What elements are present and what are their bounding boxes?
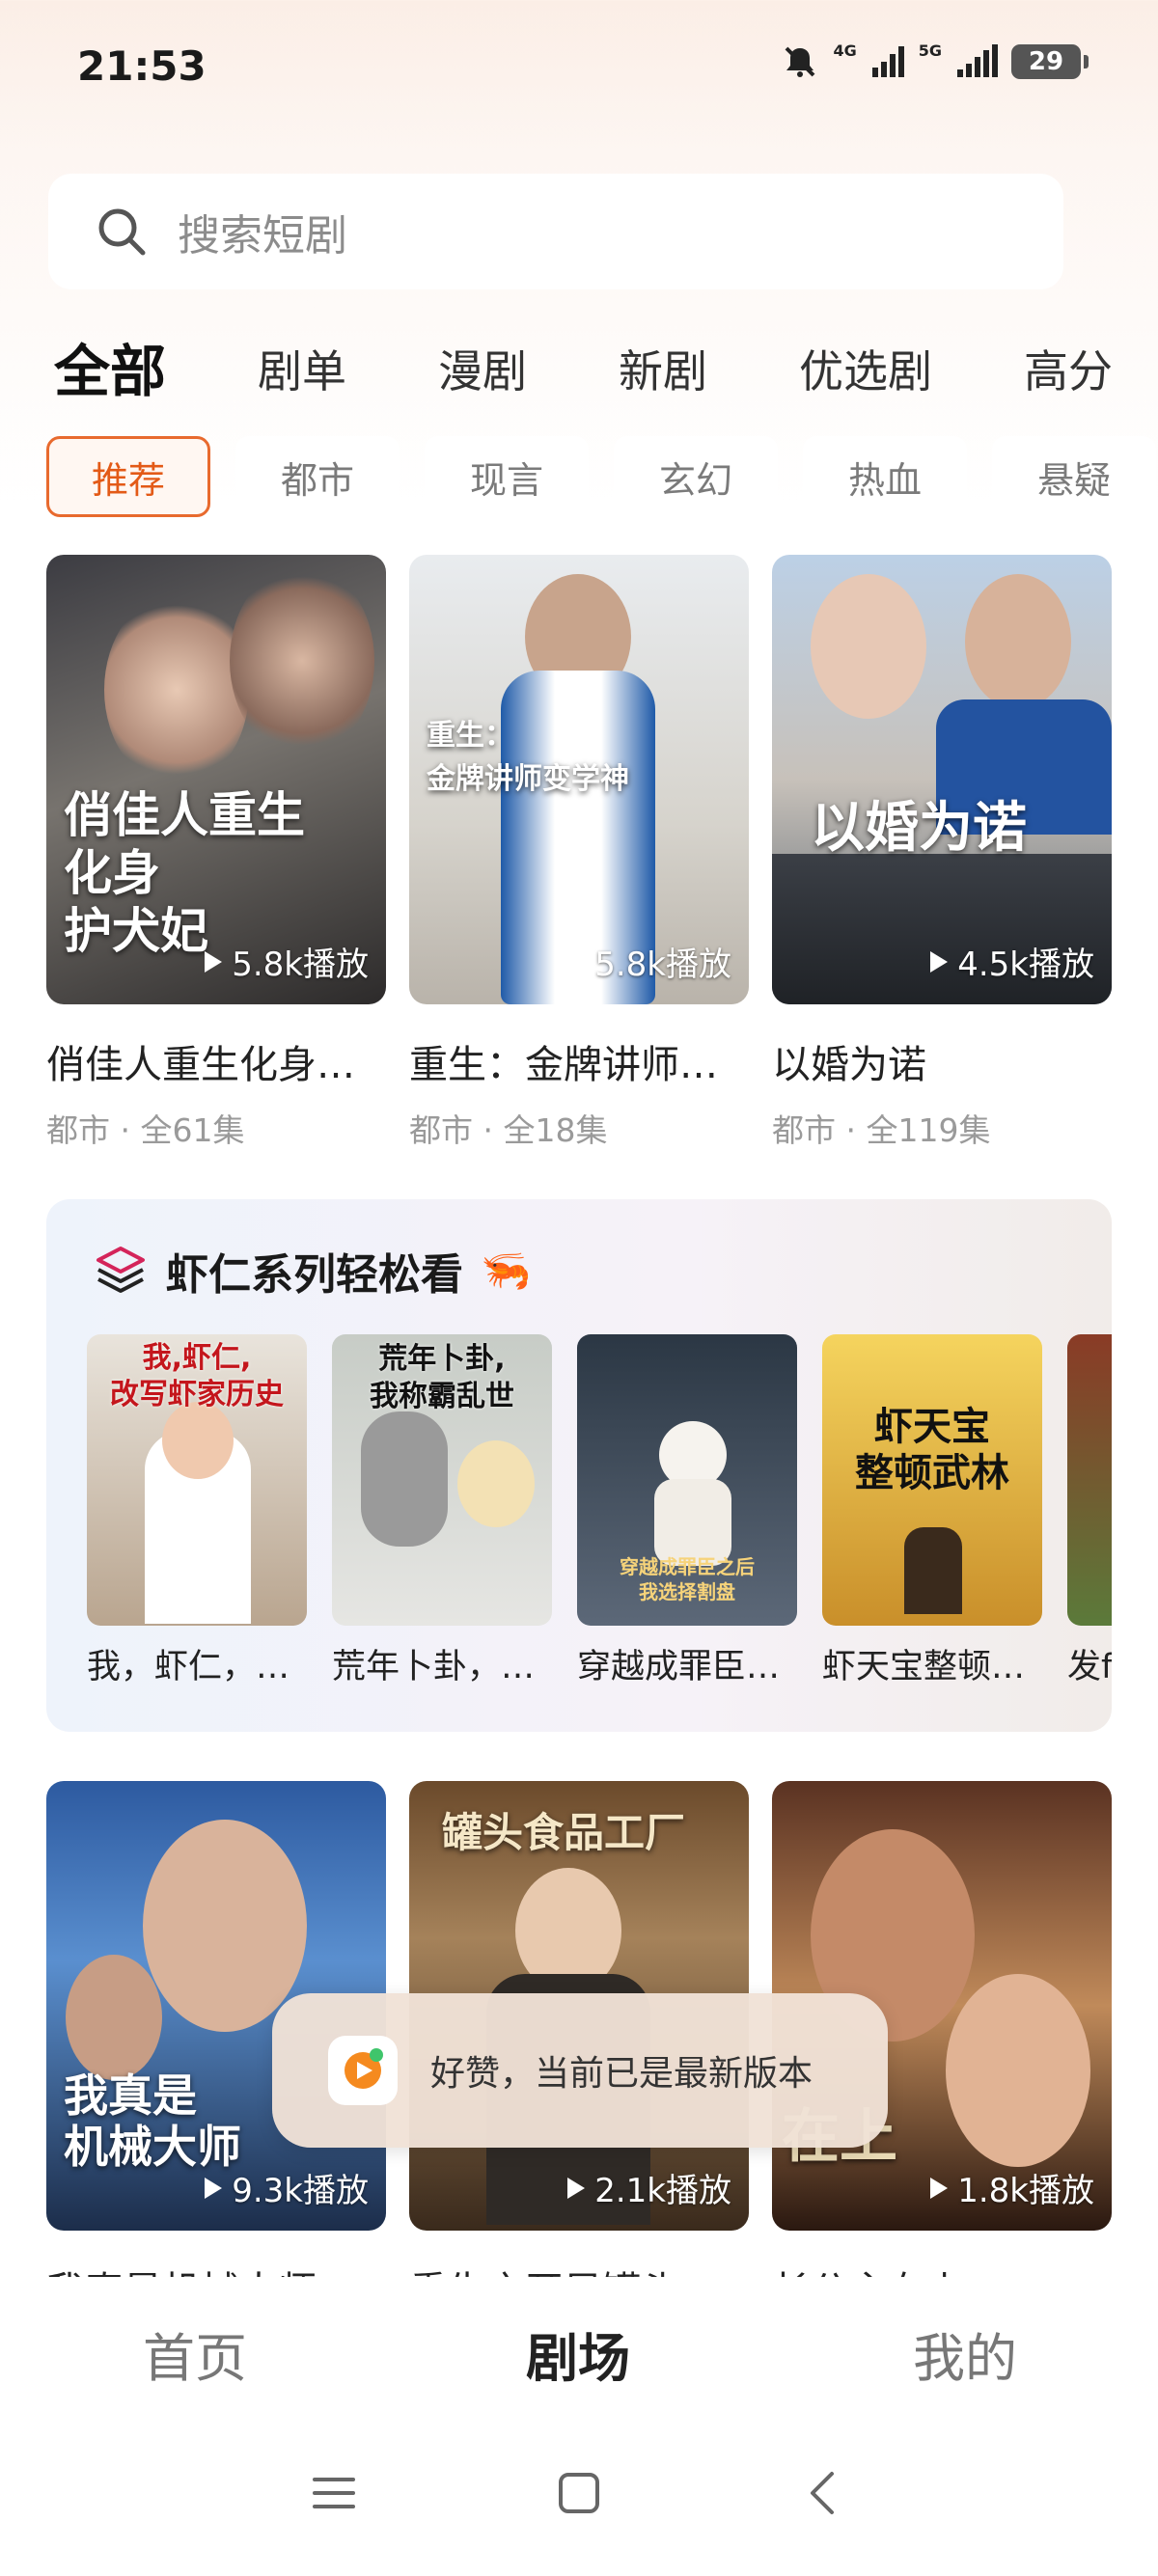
series-item[interactable]: 我,虾仁, 改写虾家历史 我，虾仁，… [87, 1334, 307, 1688]
drama-title: 以婚为诺 [772, 1043, 926, 1087]
net-5g-label: 5G [918, 41, 942, 60]
drama-card[interactable]: 俏佳人重生 化身 护犬妃 5.8k播放 俏佳人重生化身… 都市 · 全61集 [46, 555, 386, 1151]
shrimp-icon: 🦐 [481, 1247, 532, 1294]
play-count: 5.8k播放 [567, 938, 731, 985]
play-count-text: 4.5k播放 [957, 945, 1094, 984]
drama-meta: 都市 · 全119集 [772, 1111, 991, 1149]
system-nav-bar [0, 2470, 1158, 2547]
drama-grid-row-1: 俏佳人重生 化身 护犬妃 5.8k播放 俏佳人重生化身… 都市 · 全61集 重… [46, 555, 1112, 1151]
nav-home[interactable]: 首页 [143, 2316, 247, 2392]
signal-icon [957, 44, 998, 77]
nav-theater[interactable]: 剧场 [526, 2316, 630, 2392]
drama-meta: 都市 · 全18集 [409, 1111, 608, 1149]
drama-card[interactable]: 以婚为诺 4.5k播放 以婚为诺 都市 · 全119集 [772, 555, 1112, 1151]
series-poster[interactable]: 虾天宝 整顿武林 [822, 1334, 1042, 1626]
series-item-title: 发f [1067, 1648, 1112, 1686]
series-title: 虾仁系列轻松看 [166, 1250, 463, 1300]
drama-title: 重生：金牌讲师… [409, 1043, 718, 1087]
chip-modern-romance[interactable]: 现言 [425, 436, 589, 517]
search-placeholder: 搜索短剧 [178, 211, 347, 260]
tab-comic[interactable]: 漫剧 [438, 333, 527, 410]
series-poster[interactable] [1067, 1334, 1112, 1626]
play-icon [205, 950, 223, 973]
tab-playlist[interactable]: 剧单 [258, 333, 346, 410]
category-tabs: 全部 剧单 漫剧 新剧 优选剧 高分 [54, 333, 1158, 410]
play-count-text: 2.1k播放 [594, 2172, 731, 2210]
play-count: 9.3k播放 [205, 2164, 369, 2211]
update-toast: 好赞，当前已是最新版本 [272, 1993, 888, 2148]
play-icon [567, 950, 586, 973]
play-count: 1.8k播放 [930, 2164, 1094, 2211]
drama-poster[interactable]: 俏佳人重生 化身 护犬妃 5.8k播放 [46, 555, 386, 1004]
net-4g-label: 4G [833, 41, 857, 60]
tab-high-score[interactable]: 高分 [1024, 333, 1113, 410]
series-item[interactable]: 荒年卜卦, 我称霸乱世 荒年卜卦，… [332, 1334, 552, 1688]
drama-meta: 都市 · 全61集 [46, 1111, 245, 1149]
series-header: 虾仁系列轻松看 🦐 [93, 1240, 531, 1302]
series-item[interactable]: 发f [1067, 1334, 1112, 1688]
chip-recommended[interactable]: 推荐 [46, 436, 210, 517]
nav-mine[interactable]: 我的 [913, 2316, 1017, 2392]
series-list: 我,虾仁, 改写虾家历史 我，虾仁，… 荒年卜卦, 我称霸乱世 荒年卜卦，… 穿… [87, 1334, 1112, 1688]
genre-chips: 推荐 都市 现言 玄幻 热血 悬疑 [46, 436, 1156, 517]
series-poster[interactable]: 我,虾仁, 改写虾家历史 [87, 1334, 307, 1626]
play-icon [567, 2177, 586, 2199]
search-icon [98, 208, 146, 256]
series-poster-text: 穿越成罪臣之后 我选择割盘 [620, 1555, 755, 1603]
poster-title-text: 以婚为诺 [811, 797, 1027, 860]
status-bar: 21:53 4G 5G 29 [0, 0, 1158, 135]
poster-title-text: 俏佳人重生 化身 护犬妃 [64, 787, 305, 959]
series-item-title: 荒年卜卦，… [332, 1648, 536, 1686]
series-section: 虾仁系列轻松看 🦐 我,虾仁, 改写虾家历史 我，虾仁，… 荒年卜卦, 我称霸乱… [46, 1199, 1112, 1732]
status-time: 21:53 [77, 42, 207, 90]
poster-title-text: 我真是 机械大师 [64, 2069, 241, 2173]
chip-suspense[interactable]: 悬疑 [992, 436, 1156, 517]
battery-indicator: 29 [1011, 44, 1089, 79]
series-item[interactable]: 穿越成罪臣之后 我选择割盘 穿越成罪臣… [577, 1334, 797, 1688]
play-icon [205, 2177, 223, 2199]
drama-title: 俏佳人重生化身… [46, 1043, 355, 1087]
poster-title-text: 罐头食品工厂 [442, 1809, 686, 1856]
series-poster-text: 虾天宝 整顿武林 [855, 1405, 1009, 1495]
tab-new[interactable]: 新剧 [619, 333, 707, 410]
play-count-text: 5.8k播放 [594, 945, 731, 984]
layers-icon [96, 1247, 145, 1293]
play-icon [930, 2177, 949, 2199]
play-count-text: 5.8k播放 [232, 945, 369, 984]
menu-icon[interactable] [311, 2470, 357, 2516]
drama-card[interactable]: 重生： 金牌讲师变学神 5.8k播放 重生：金牌讲师… 都市 · 全18集 [409, 555, 749, 1151]
chip-urban[interactable]: 都市 [235, 436, 400, 517]
series-item-title: 我，虾仁，… [87, 1648, 290, 1686]
chip-action[interactable]: 热血 [803, 436, 967, 517]
app-logo-icon [328, 2036, 398, 2105]
drama-poster[interactable]: 重生： 金牌讲师变学神 5.8k播放 [409, 555, 749, 1004]
search-input[interactable]: 搜索短剧 [48, 174, 1063, 289]
poster-title-text: 重生： 金牌讲师变学神 [427, 719, 629, 796]
series-poster[interactable]: 穿越成罪臣之后 我选择割盘 [577, 1334, 797, 1626]
bottom-nav: 首页 剧场 我的 [0, 2316, 1158, 2402]
status-icons: 4G 5G 29 [781, 41, 1089, 81]
play-count: 5.8k播放 [205, 938, 369, 985]
chip-fantasy[interactable]: 玄幻 [614, 436, 778, 517]
play-count-text: 9.3k播放 [232, 2172, 369, 2210]
series-item-title: 虾天宝整顿… [822, 1648, 1026, 1686]
series-item-title: 穿越成罪臣… [577, 1648, 781, 1686]
play-count-text: 1.8k播放 [957, 2172, 1094, 2210]
toast-message: 好赞，当前已是最新版本 [430, 2054, 813, 2094]
play-icon [930, 950, 949, 973]
series-poster[interactable]: 荒年卜卦, 我称霸乱世 [332, 1334, 552, 1626]
tab-all[interactable]: 全部 [54, 333, 166, 410]
home-square-icon[interactable] [556, 2470, 602, 2516]
drama-poster[interactable]: 以婚为诺 4.5k播放 [772, 555, 1112, 1004]
signal-icon [871, 46, 904, 77]
back-icon[interactable] [801, 2470, 847, 2516]
series-poster-text: 我,虾仁, 改写虾家历史 [110, 1341, 284, 1411]
play-count: 4.5k播放 [930, 938, 1094, 985]
tab-featured[interactable]: 优选剧 [799, 333, 932, 410]
series-item[interactable]: 虾天宝 整顿武林 虾天宝整顿… [822, 1334, 1042, 1688]
play-count: 2.1k播放 [567, 2164, 731, 2211]
mute-icon [786, 46, 815, 77]
series-poster-text: 荒年卜卦, 我称霸乱世 [370, 1342, 514, 1413]
